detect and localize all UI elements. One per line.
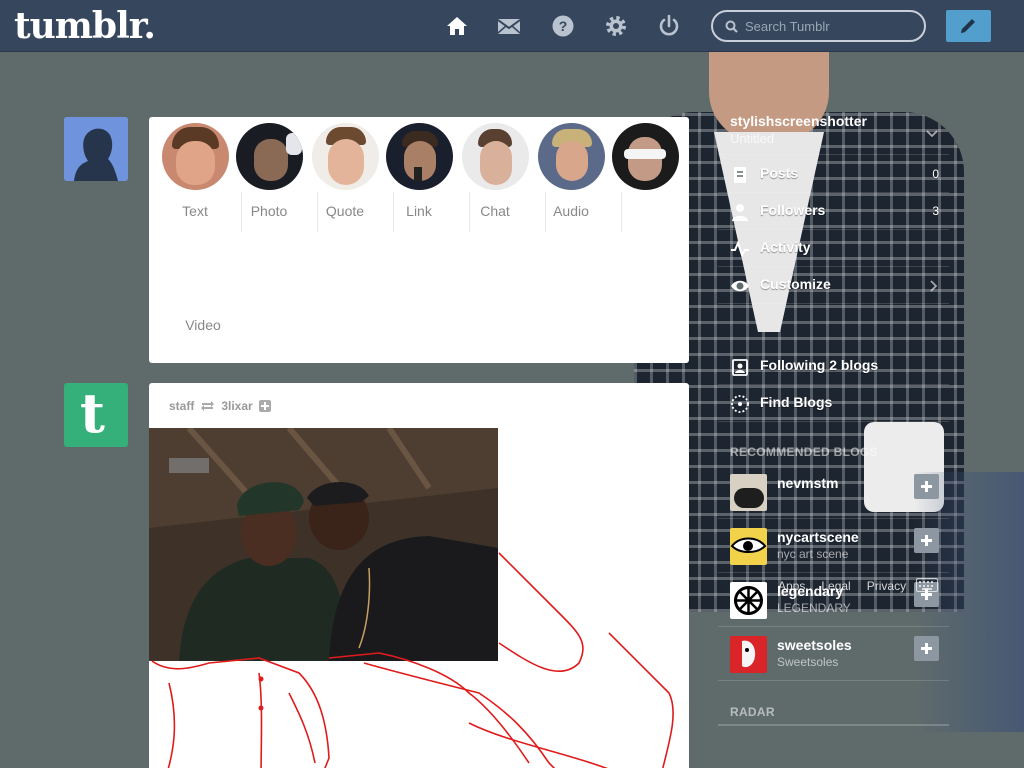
- author-link[interactable]: 3lixar: [221, 399, 252, 413]
- svg-text:?: ?: [559, 18, 568, 34]
- blog-thumbnail: [730, 636, 767, 673]
- blog-thumbnail: [730, 474, 767, 511]
- radar-title: RADAR: [730, 705, 775, 719]
- compose-button[interactable]: [946, 10, 991, 42]
- chevron-right-icon: [930, 280, 938, 292]
- person-icon: [732, 204, 748, 221]
- keyboard-icon[interactable]: [916, 578, 938, 592]
- home-icon[interactable]: [445, 14, 469, 38]
- follow-button[interactable]: [914, 474, 939, 499]
- face-avatar: [461, 123, 529, 190]
- dashboard-post: staff 3lixar: [149, 383, 689, 768]
- footer-link-privacy[interactable]: Privacy: [867, 579, 906, 593]
- top-bar: tumblr. ?: [0, 0, 1024, 52]
- face-avatar: [161, 123, 229, 190]
- search-icon: [725, 20, 738, 33]
- search-box[interactable]: [711, 10, 926, 42]
- silhouette-icon: [64, 117, 128, 181]
- sidebar-item-customize[interactable]: Customize: [718, 267, 949, 304]
- following-icon: [732, 359, 748, 376]
- blog-name: stylishscreenshotter: [730, 113, 867, 129]
- compass-icon: [731, 395, 749, 413]
- follow-button[interactable]: [914, 528, 939, 553]
- user-avatar[interactable]: [64, 117, 128, 181]
- red-line-drawing: [151, 552, 674, 768]
- pencil-icon: [961, 19, 975, 33]
- post-type-chat[interactable]: Chat: [457, 123, 533, 219]
- follow-plus-icon[interactable]: [258, 400, 271, 412]
- tumblr-t-icon: t: [80, 381, 105, 445]
- sidebar-item-posts[interactable]: Posts 0: [718, 156, 949, 193]
- footer-links: Apps Legal Privacy: [778, 579, 906, 593]
- blog-thumbnail: [730, 528, 767, 565]
- sidebar-item-followers[interactable]: Followers 3: [718, 193, 949, 230]
- post-type-video[interactable]: Video: [165, 317, 241, 333]
- document-icon: [734, 167, 746, 183]
- follow-button[interactable]: [914, 636, 939, 661]
- face-avatar: [611, 123, 679, 190]
- blog-title: Untitled: [730, 131, 775, 146]
- post-type-quote[interactable]: Quote: [307, 123, 383, 219]
- footer-link-apps[interactable]: Apps: [778, 579, 805, 593]
- divider: [621, 192, 622, 232]
- tumblr-logo[interactable]: tumblr.: [14, 5, 156, 47]
- eye-icon: [731, 280, 749, 292]
- settings-icon[interactable]: [604, 14, 628, 38]
- recommended-title: RECOMMENDED BLOGS: [730, 445, 878, 459]
- help-icon[interactable]: ?: [551, 14, 575, 38]
- face-avatar: [311, 123, 379, 190]
- following-link[interactable]: Following 2 blogs: [718, 348, 949, 385]
- post-type-link[interactable]: Link: [381, 123, 457, 219]
- activity-icon: [731, 240, 749, 258]
- sidebar-item-activity[interactable]: Activity: [718, 230, 949, 267]
- post-type-text[interactable]: Text: [157, 123, 233, 219]
- reblog-icon: [201, 401, 215, 411]
- chevron-down-icon: [926, 130, 938, 138]
- staff-avatar[interactable]: t: [64, 381, 128, 447]
- search-input[interactable]: [745, 16, 915, 36]
- face-avatar: [537, 123, 605, 190]
- post-type-photo[interactable]: Photo: [231, 123, 307, 219]
- footer-link-legal[interactable]: Legal: [821, 579, 850, 593]
- find-blogs-link[interactable]: Find Blogs: [718, 385, 949, 422]
- recommended-blog[interactable]: nevmstm: [718, 465, 949, 519]
- post-type-selector: Text Photo Quote Link Chat Audio Video: [149, 117, 689, 363]
- mail-icon[interactable]: [497, 14, 521, 38]
- face-avatar: [385, 123, 453, 190]
- post-type-video-avatar[interactable]: [607, 123, 683, 190]
- power-icon[interactable]: [657, 14, 681, 38]
- face-avatar: [235, 123, 303, 190]
- post-header: staff 3lixar: [169, 399, 271, 413]
- reblogged-from-link[interactable]: staff: [169, 399, 194, 413]
- recommended-blog[interactable]: sweetsoles Sweetsoles: [718, 627, 949, 681]
- post-type-audio[interactable]: Audio: [533, 123, 609, 219]
- recommended-blog[interactable]: nycartscene nyc art scene: [718, 519, 949, 573]
- radar-divider: [718, 724, 949, 726]
- blog-thumbnail: [730, 582, 767, 619]
- blog-header[interactable]: stylishscreenshotter Untitled: [718, 110, 949, 155]
